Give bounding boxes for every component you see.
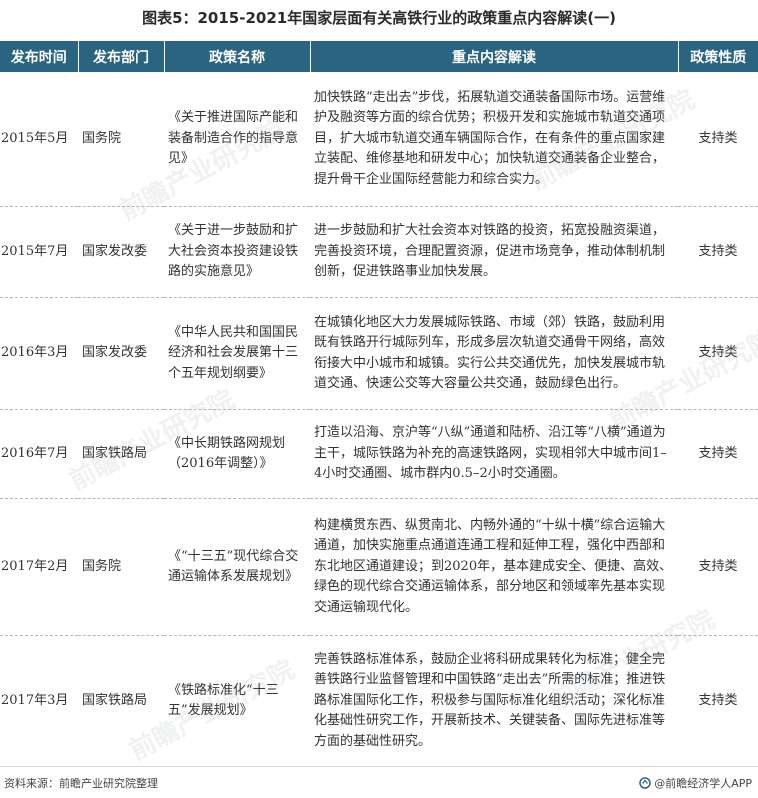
cell-content: 构建横贯东西、纵贯南北、内畅外通的“十纵十横”综合运输大通道，加快实施重点通道连… bbox=[310, 498, 678, 636]
cell-policy-name: 《关于进一步鼓励和扩大社会资本投资建设铁路的实施意见》 bbox=[164, 206, 310, 298]
cell-policy-name: 《中华人民共和国国民经济和社会发展第十三个五年规划纲要》 bbox=[164, 297, 310, 410]
cell-nature: 支持类 bbox=[678, 206, 758, 298]
cell-nature: 支持类 bbox=[678, 635, 758, 767]
source-note: 资料来源：前瞻产业研究院整理 bbox=[4, 777, 158, 790]
header-nature: 政策性质 bbox=[677, 41, 758, 72]
table-row: 2016年3月 国家发改委 《中华人民共和国国民经济和社会发展第十三个五年规划纲… bbox=[0, 297, 758, 410]
header-content: 重点内容解读 bbox=[309, 41, 678, 72]
cell-dept: 国务院 bbox=[78, 498, 164, 636]
table-row: 2017年2月 国务院 《“十三五”现代综合交通运输体系发展规划》 构建横贯东西… bbox=[0, 498, 758, 636]
cell-date: 2017年3月 bbox=[0, 635, 78, 767]
cell-policy-name: 《关于推进国际产能和装备制造合作的指导意见》 bbox=[164, 72, 310, 207]
table-row: 2016年7月 国家铁路局 《中长期铁路网规划（2016年调整）》 打造以沿海、… bbox=[0, 409, 758, 499]
cell-dept: 国务院 bbox=[78, 72, 164, 207]
cell-dept: 国家发改委 bbox=[78, 297, 164, 410]
policy-table: 发布时间 发布部门 政策名称 重点内容解读 政策性质 2015年5月 国务院 《… bbox=[0, 41, 758, 767]
cell-policy-name: 《铁路标准化“十三五”发展规划》 bbox=[164, 635, 310, 767]
cell-content: 进一步鼓励和扩大社会资本对铁路的投资，拓宽投融资渠道，完善投资环境，合理配置资源… bbox=[310, 206, 678, 298]
brand: @前瞻经济学人APP bbox=[639, 775, 752, 791]
brand-logo-icon bbox=[639, 777, 651, 789]
table-header-row: 发布时间 发布部门 政策名称 重点内容解读 政策性质 bbox=[0, 41, 758, 72]
table-row: 2015年7月 国家发改委 《关于进一步鼓励和扩大社会资本投资建设铁路的实施意见… bbox=[0, 206, 758, 298]
header-date: 发布时间 bbox=[0, 41, 78, 72]
cell-nature: 支持类 bbox=[678, 297, 758, 410]
header-dept: 发布部门 bbox=[77, 41, 164, 72]
cell-date: 2015年7月 bbox=[0, 206, 78, 298]
cell-dept: 国家铁路局 bbox=[78, 409, 164, 499]
cell-content: 打造以沿海、京沪等“八纵”通道和陆桥、沿江等“八横”通道为主干，城际铁路为补充的… bbox=[310, 409, 678, 499]
table-row: 2015年5月 国务院 《关于推进国际产能和装备制造合作的指导意见》 加快铁路“… bbox=[0, 72, 758, 207]
cell-policy-name: 《中长期铁路网规划（2016年调整）》 bbox=[164, 409, 310, 499]
cell-content: 在城镇化地区大力发展城际铁路、市域（郊）铁路，鼓励利用既有铁路开行城际列车，形成… bbox=[310, 297, 678, 410]
chart-title: 图表5：2015-2021年国家层面有关高铁行业的政策重点内容解读(一) bbox=[142, 9, 616, 27]
cell-policy-name: 《“十三五”现代综合交通运输体系发展规划》 bbox=[164, 498, 310, 636]
cell-dept: 国家发改委 bbox=[78, 206, 164, 298]
cell-nature: 支持类 bbox=[678, 498, 758, 636]
cell-date: 2015年5月 bbox=[0, 72, 78, 207]
cell-date: 2016年7月 bbox=[0, 409, 78, 499]
cell-content: 加快铁路“走出去”步伐，拓展轨道交通装备国际市场。运营维护及融资等方面的综合优势… bbox=[310, 72, 678, 207]
table-row: 2017年3月 国家铁路局 《铁路标准化“十三五”发展规划》 完善铁路标准体系，… bbox=[0, 635, 758, 767]
brand-label: @前瞻经济学人APP bbox=[654, 777, 752, 790]
cell-dept: 国家铁路局 bbox=[78, 635, 164, 767]
cell-nature: 支持类 bbox=[678, 72, 758, 207]
cell-content: 完善铁路标准体系，鼓励企业将科研成果转化为标准；健全完善铁路行业监督管理和中国铁… bbox=[310, 635, 678, 767]
footer: 资料来源：前瞻产业研究院整理 @前瞻经济学人APP bbox=[0, 766, 758, 798]
cell-date: 2016年3月 bbox=[0, 297, 78, 410]
header-name: 政策名称 bbox=[163, 41, 310, 72]
cell-nature: 支持类 bbox=[678, 409, 758, 499]
cell-date: 2017年2月 bbox=[0, 498, 78, 636]
